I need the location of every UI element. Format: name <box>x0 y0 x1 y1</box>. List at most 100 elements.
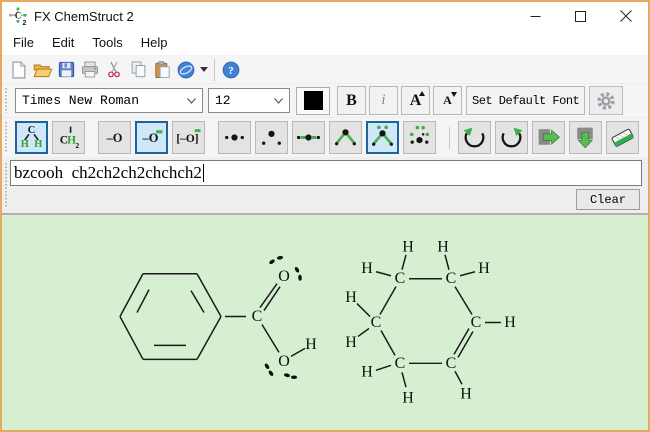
svg-text:C: C <box>15 11 22 21</box>
molecule-canvas: COOHCCCCCCHHHHHHHHHH <box>2 215 648 430</box>
molecule-cyclohexene: CCCCCCHHHHHHHHHH <box>345 238 516 406</box>
chem-button-bond-angle[interactable] <box>329 121 362 154</box>
svg-text:C: C <box>471 314 482 331</box>
chem-button-rotate-ccw[interactable] <box>458 121 491 154</box>
link-dropdown-button[interactable] <box>198 57 210 83</box>
chem-button-ch2-condensed[interactable]: C H 2 <box>52 121 85 154</box>
ch2-condensed-icon: C H 2 <box>55 124 82 151</box>
formula-text: bzcooh ch2ch2ch2chchch2 <box>14 163 202 183</box>
save-button[interactable] <box>54 57 78 83</box>
paste-button[interactable] <box>150 57 174 83</box>
chem-button-ch-structural[interactable]: C H H <box>15 121 48 154</box>
svg-text:O: O <box>278 353 290 370</box>
cut-scissors-icon <box>105 60 123 79</box>
chem-toolbar: C H H C H 2 –O –O <box>2 118 648 157</box>
set-default-font-button[interactable]: Set Default Font <box>466 86 585 115</box>
chevron-down-icon <box>187 98 196 104</box>
menu-help[interactable]: Help <box>132 30 177 55</box>
menu-bar: File Edit Tools Help <box>2 30 648 56</box>
molecule-benzoic-acid: COOH <box>120 256 317 380</box>
font-family-select[interactable]: Times New Roman <box>15 88 203 113</box>
app-window: C 2 FX ChemStruct 2 <box>0 0 650 432</box>
chem-button-insert-down[interactable] <box>569 121 602 154</box>
font-family-value: Times New Roman <box>22 93 139 108</box>
toolbar-grip[interactable] <box>4 163 9 207</box>
cut-button[interactable] <box>102 57 126 83</box>
bond-o-icon: –O <box>101 124 128 151</box>
open-button[interactable] <box>30 57 54 83</box>
print-icon <box>80 60 100 79</box>
clear-button[interactable]: Clear <box>576 189 640 210</box>
chem-button-lewis-dots-bent[interactable] <box>255 121 288 154</box>
minimize-icon <box>530 11 541 22</box>
svg-text:H: H <box>361 364 373 381</box>
svg-text:C: C <box>28 125 36 136</box>
font-size-select[interactable]: 12 <box>208 88 290 113</box>
window-title: FX ChemStruct 2 <box>34 9 134 24</box>
svg-text:H: H <box>361 260 373 277</box>
chem-button-lewis-dots-row[interactable] <box>218 121 251 154</box>
help-icon: ? <box>221 60 241 80</box>
new-document-icon <box>9 60 28 80</box>
toolbar-grip[interactable] <box>4 88 9 113</box>
italic-button[interactable]: i <box>369 86 398 115</box>
link-globe-icon <box>176 60 196 80</box>
menu-tools[interactable]: Tools <box>83 30 131 55</box>
svg-text:H: H <box>437 238 449 255</box>
insert-down-arrow-icon <box>572 124 599 151</box>
chem-button-rotate-cw[interactable] <box>495 121 528 154</box>
font-size-value: 12 <box>215 93 231 108</box>
minimize-button[interactable] <box>513 2 558 30</box>
formula-input-area: bzcooh ch2ch2ch2chchch2 Clear <box>2 157 648 214</box>
chem-button-bond-o-anion[interactable]: –O <box>135 121 168 154</box>
new-document-button[interactable] <box>6 57 30 83</box>
structure-canvas[interactable]: COOHCCCCCCHHHHHHHHHH <box>2 214 648 430</box>
svg-text:H: H <box>504 314 516 331</box>
chem-button-insert-right[interactable] <box>532 121 565 154</box>
svg-text:H: H <box>402 238 414 255</box>
chem-button-bond-dots-linear[interactable] <box>292 121 325 154</box>
maximize-button[interactable] <box>558 2 603 30</box>
help-button[interactable]: ? <box>219 57 243 83</box>
font-settings-button[interactable] <box>589 86 623 115</box>
increase-font-button[interactable]: A <box>401 86 430 115</box>
svg-text:H: H <box>21 139 29 150</box>
decrease-font-button[interactable]: A <box>433 86 462 115</box>
toolbar-grip[interactable] <box>4 122 9 153</box>
app-logo-icon: C 2 <box>8 6 28 26</box>
bold-button[interactable]: B <box>337 86 366 115</box>
rotate-ccw-icon <box>461 124 488 151</box>
svg-text:C: C <box>446 270 457 287</box>
chem-button-bracket-o-anion[interactable]: [–O] <box>172 121 205 154</box>
svg-text:H: H <box>345 289 357 306</box>
ch-structural-icon: C H H <box>18 124 45 151</box>
copy-icon <box>129 60 148 79</box>
svg-text:C: C <box>371 314 382 331</box>
svg-text:C: C <box>252 308 263 325</box>
font-color-button[interactable] <box>296 87 330 115</box>
svg-text:C: C <box>395 270 406 287</box>
svg-text:O: O <box>278 268 290 285</box>
svg-text:H: H <box>34 139 42 150</box>
triangle-up-icon <box>419 91 425 96</box>
chem-button-bond-angle-lone-pairs[interactable] <box>366 121 399 154</box>
svg-text:–O: –O <box>142 131 159 145</box>
menu-file[interactable]: File <box>4 30 43 55</box>
gear-icon <box>595 90 617 112</box>
close-button[interactable] <box>603 2 648 30</box>
bond-angle-lone-pairs-icon <box>369 124 396 151</box>
file-toolbar: ? <box>2 56 648 84</box>
electron-cloud-icon <box>406 124 433 151</box>
menu-edit[interactable]: Edit <box>43 30 83 55</box>
formula-input[interactable]: bzcooh ch2ch2ch2chchch2 <box>10 160 642 186</box>
bracket-o-anion-icon: [–O] <box>175 124 202 151</box>
insert-right-arrow-icon <box>535 124 562 151</box>
copy-button[interactable] <box>126 57 150 83</box>
bond-o-anion-icon: –O <box>138 124 165 151</box>
link-button[interactable] <box>174 57 198 83</box>
font-toolbar: Times New Roman 12 B i A A <box>2 84 648 118</box>
print-button[interactable] <box>78 57 102 83</box>
chem-button-electron-cloud[interactable] <box>403 121 436 154</box>
chem-button-bond-o[interactable]: –O <box>98 121 131 154</box>
chem-button-eraser[interactable] <box>606 121 639 154</box>
